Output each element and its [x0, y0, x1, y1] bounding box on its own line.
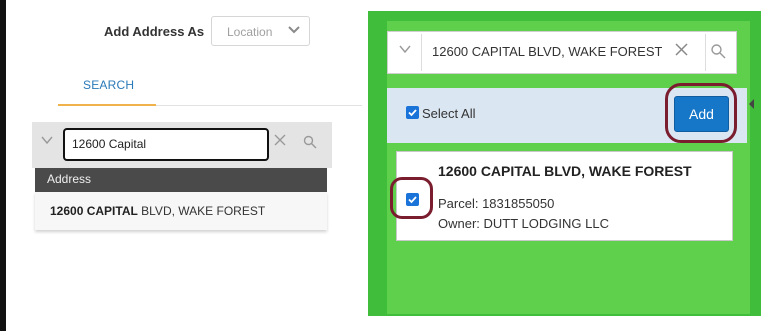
suggestion-header: Address: [35, 168, 327, 192]
chevron-down-icon[interactable]: [40, 135, 54, 148]
active-tab-indicator: [58, 104, 156, 106]
left-edge-bar: [0, 0, 6, 331]
tab-search-label: SEARCH: [83, 78, 135, 92]
tab-divider: [156, 105, 362, 106]
select-all-checkbox[interactable]: [406, 106, 419, 119]
result-owner: Owner: DUTT LODGING LLC: [438, 216, 609, 231]
right-search-input[interactable]: 12600 CAPITAL BLVD, WAKE FOREST: [432, 44, 662, 59]
chevron-left-icon[interactable]: [747, 98, 755, 113]
add-as-select[interactable]: Location: [211, 16, 310, 46]
search-icon[interactable]: [710, 43, 726, 64]
result-parcel: Parcel: 1831855050: [438, 196, 555, 211]
chevron-down-icon: [287, 23, 301, 40]
checkbox-checked-icon: [408, 196, 417, 204]
suggestion-rest-text: BLVD, WAKE FOREST: [137, 204, 266, 218]
search-icon[interactable]: [303, 135, 317, 154]
select-all-label: Select All: [422, 106, 476, 121]
left-search-input[interactable]: 12600 Capital: [63, 128, 269, 161]
add-button[interactable]: Add: [674, 96, 729, 132]
result-title: 12600 CAPITAL BLVD, WAKE FOREST: [438, 163, 692, 179]
divider: [421, 34, 422, 71]
add-address-as-label: Add Address As: [104, 24, 205, 39]
close-icon[interactable]: [273, 133, 287, 152]
suggestion-item[interactable]: 12600 CAPITAL BLVD, WAKE FOREST: [35, 192, 327, 230]
tab-search[interactable]: SEARCH: [58, 74, 158, 106]
close-icon[interactable]: [674, 41, 689, 62]
suggestion-match-text: 12600 CAPITAL: [50, 204, 138, 218]
result-checkbox[interactable]: [406, 193, 419, 206]
checkbox-checked-icon: [408, 109, 417, 117]
divider: [705, 34, 706, 71]
chevron-down-icon[interactable]: [398, 44, 412, 57]
add-as-select-value: Location: [227, 25, 273, 39]
